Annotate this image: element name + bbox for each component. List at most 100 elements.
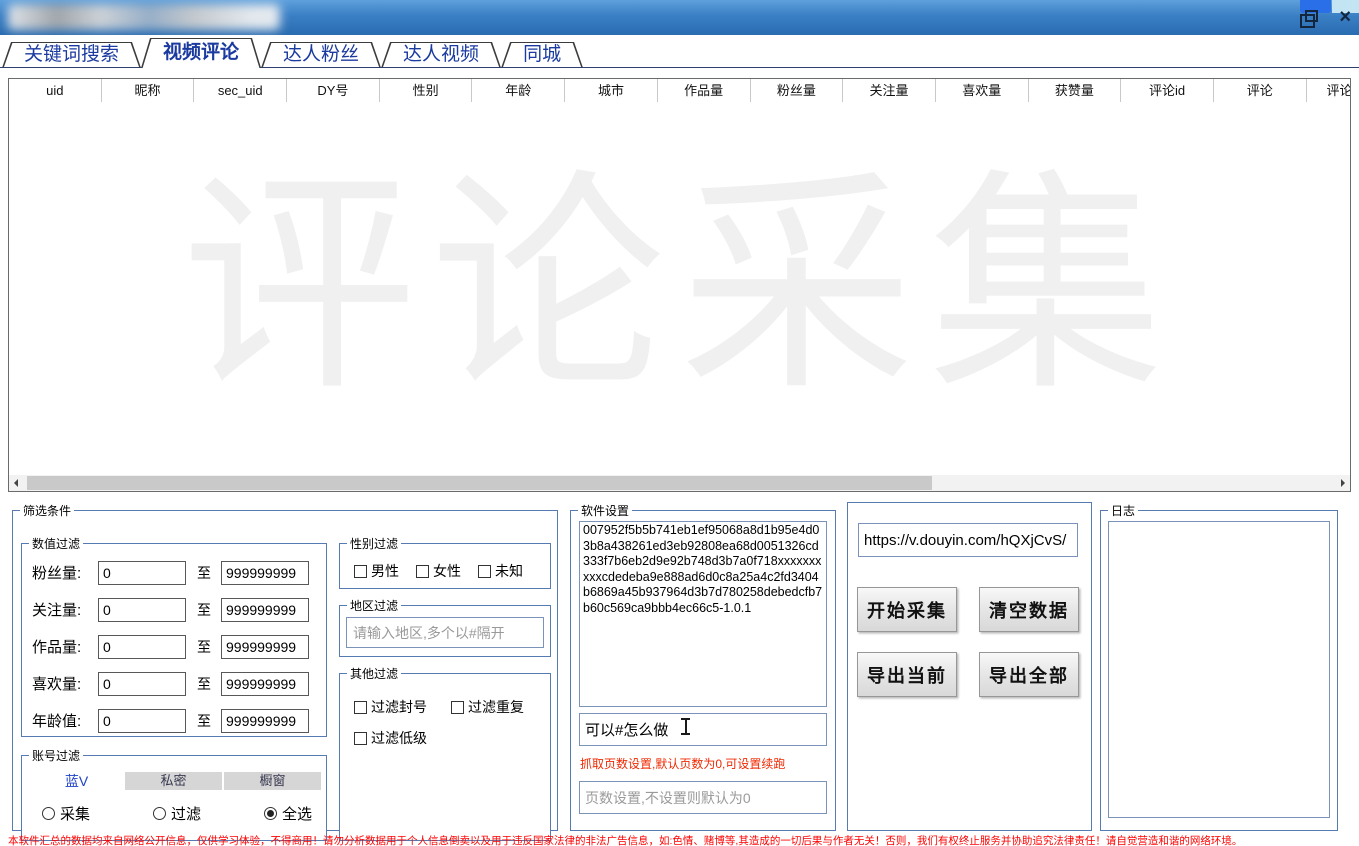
checkbox-filter-banned[interactable]: 过滤封号 <box>354 697 427 717</box>
titlebar: × <box>0 0 1359 35</box>
filter-conditions-legend: 筛选条件 <box>20 502 74 519</box>
tab-keyword-search[interactable]: 关键词搜索 <box>2 42 141 68</box>
data-table: uid 昵称 sec_uid DY号 性别 年龄 城市 作品量 粉丝量 关注量 … <box>8 78 1351 492</box>
range-to-label: 至 <box>197 563 211 583</box>
column-header-dy-id[interactable]: DY号 <box>287 79 380 102</box>
column-header-nickname[interactable]: 昵称 <box>102 79 195 102</box>
checkbox-filter-lowlevel[interactable]: 过滤低级 <box>354 728 427 748</box>
tab-bar: 关键词搜索 视频评论 达人粉丝 达人视频 同城 <box>0 35 1359 68</box>
blue-v-label: 蓝V <box>28 772 125 790</box>
pages-hint: 抓取页数设置,默认页数为0,可设置续跑 <box>580 755 835 772</box>
close-icon[interactable]: × <box>1339 7 1351 27</box>
other-filter-group: 其他过滤 过滤封号 过滤重复 过滤低级 <box>339 665 551 841</box>
checkbox-icon[interactable] <box>416 565 429 578</box>
checkbox-unknown[interactable]: 未知 <box>478 561 523 581</box>
column-header-age[interactable]: 年龄 <box>472 79 565 102</box>
region-filter-legend: 地区过滤 <box>347 597 401 614</box>
scroll-right-arrow-icon[interactable] <box>1341 479 1345 487</box>
works-max-input[interactable] <box>221 635 309 659</box>
column-header-follow-count[interactable]: 关注量 <box>843 79 936 102</box>
works-min-input[interactable] <box>98 635 186 659</box>
pages-input[interactable] <box>579 781 827 814</box>
numeric-filter-group: 数值过滤 粉丝量: 至 关注量: 至 作品量: 至 <box>21 535 327 737</box>
checkbox-icon[interactable] <box>354 565 367 578</box>
checkbox-label: 过滤封号 <box>371 697 427 717</box>
start-collect-button[interactable]: 开始采集 <box>857 587 957 632</box>
follow-count-label: 关注量: <box>32 599 98 620</box>
radio-checked-icon[interactable] <box>264 807 277 820</box>
likes-min-input[interactable] <box>98 672 186 696</box>
age-value-filter-row: 年龄值: 至 <box>32 702 326 739</box>
fans-count-label: 粉丝量: <box>32 562 98 583</box>
checkbox-label: 过滤重复 <box>468 697 524 717</box>
tab-same-city[interactable]: 同城 <box>501 42 583 68</box>
column-header-comment[interactable]: 评论 <box>1214 79 1307 102</box>
checkbox-label: 未知 <box>495 561 523 581</box>
follow-count-filter-row: 关注量: 至 <box>32 591 326 628</box>
software-settings-legend: 软件设置 <box>578 502 632 519</box>
checkbox-icon[interactable] <box>354 732 367 745</box>
checkbox-icon[interactable] <box>451 701 464 714</box>
token-textarea[interactable]: 007952f5b5b741eb1ef95068a8d1b95e4d03b8a4… <box>579 521 827 707</box>
checkbox-icon[interactable] <box>354 701 367 714</box>
likes-count-filter-row: 喜欢量: 至 <box>32 665 326 702</box>
radio-icon[interactable] <box>153 807 166 820</box>
works-count-label: 作品量: <box>32 636 98 657</box>
export-current-button[interactable]: 导出当前 <box>857 652 957 697</box>
checkbox-label: 女性 <box>433 561 461 581</box>
private-button[interactable]: 私密 <box>125 772 222 790</box>
column-header-sec-uid[interactable]: sec_uid <box>194 79 287 102</box>
restore-window-icon[interactable] <box>1300 14 1315 28</box>
filter-conditions-group: 筛选条件 数值过滤 粉丝量: 至 关注量: 至 作品量: <box>12 502 558 831</box>
actions-panel: 开始采集 清空数据 导出当前 导出全部 <box>847 502 1092 831</box>
radio-icon[interactable] <box>42 807 55 820</box>
age-max-input[interactable] <box>221 709 309 733</box>
keyword-input[interactable] <box>579 713 827 746</box>
works-count-filter-row: 作品量: 至 <box>32 628 326 665</box>
other-filter-legend: 其他过滤 <box>347 665 401 682</box>
url-input[interactable] <box>858 523 1078 557</box>
fans-count-filter-row: 粉丝量: 至 <box>32 554 326 591</box>
export-all-button[interactable]: 导出全部 <box>979 652 1079 697</box>
column-header-fans-count[interactable]: 粉丝量 <box>751 79 844 102</box>
scroll-left-arrow-icon[interactable] <box>14 479 18 487</box>
gender-filter-group: 性别过滤 男性 女性 未知 <box>339 535 551 589</box>
checkbox-filter-duplicate[interactable]: 过滤重复 <box>451 697 524 717</box>
column-header-comment-id[interactable]: 评论id <box>1121 79 1214 102</box>
radio-filter[interactable]: 过滤 <box>139 803 250 824</box>
follow-min-input[interactable] <box>98 598 186 622</box>
horizontal-scrollbar[interactable] <box>9 475 1350 491</box>
checkbox-male[interactable]: 男性 <box>354 561 399 581</box>
software-settings-group: 软件设置 007952f5b5b741eb1ef95068a8d1b95e4d0… <box>570 502 836 831</box>
likes-max-input[interactable] <box>221 672 309 696</box>
column-header-gender[interactable]: 性别 <box>380 79 473 102</box>
age-min-input[interactable] <box>98 709 186 733</box>
showcase-button[interactable]: 橱窗 <box>224 772 321 790</box>
tab-video-comments[interactable]: 视频评论 <box>141 38 261 68</box>
region-input[interactable] <box>346 617 544 648</box>
fans-max-input[interactable] <box>221 561 309 585</box>
range-to-label: 至 <box>197 637 211 657</box>
log-legend: 日志 <box>1108 502 1138 519</box>
column-header-works-count[interactable]: 作品量 <box>658 79 751 102</box>
column-header-uid[interactable]: uid <box>9 79 102 102</box>
tab-influencer-videos[interactable]: 达人视频 <box>381 42 501 68</box>
gender-filter-legend: 性别过滤 <box>347 535 401 552</box>
column-header-comment-time[interactable]: 评论时间 <box>1307 79 1351 102</box>
radio-label: 过滤 <box>171 803 201 824</box>
tab-influencer-fans[interactable]: 达人粉丝 <box>261 42 381 68</box>
fans-min-input[interactable] <box>98 561 186 585</box>
column-header-likes-count[interactable]: 喜欢量 <box>936 79 1029 102</box>
column-header-praise-count[interactable]: 获赞量 <box>1029 79 1122 102</box>
checkbox-female[interactable]: 女性 <box>416 561 461 581</box>
clear-data-button[interactable]: 清空数据 <box>979 587 1079 632</box>
checkbox-label: 男性 <box>371 561 399 581</box>
table-header-row: uid 昵称 sec_uid DY号 性别 年龄 城市 作品量 粉丝量 关注量 … <box>9 79 1350 102</box>
account-filter-legend: 账号过滤 <box>29 747 83 764</box>
checkbox-icon[interactable] <box>478 565 491 578</box>
radio-collect[interactable]: 采集 <box>28 803 139 824</box>
column-header-city[interactable]: 城市 <box>565 79 658 102</box>
follow-max-input[interactable] <box>221 598 309 622</box>
log-box[interactable] <box>1108 521 1330 818</box>
scrollbar-thumb[interactable] <box>27 476 932 490</box>
